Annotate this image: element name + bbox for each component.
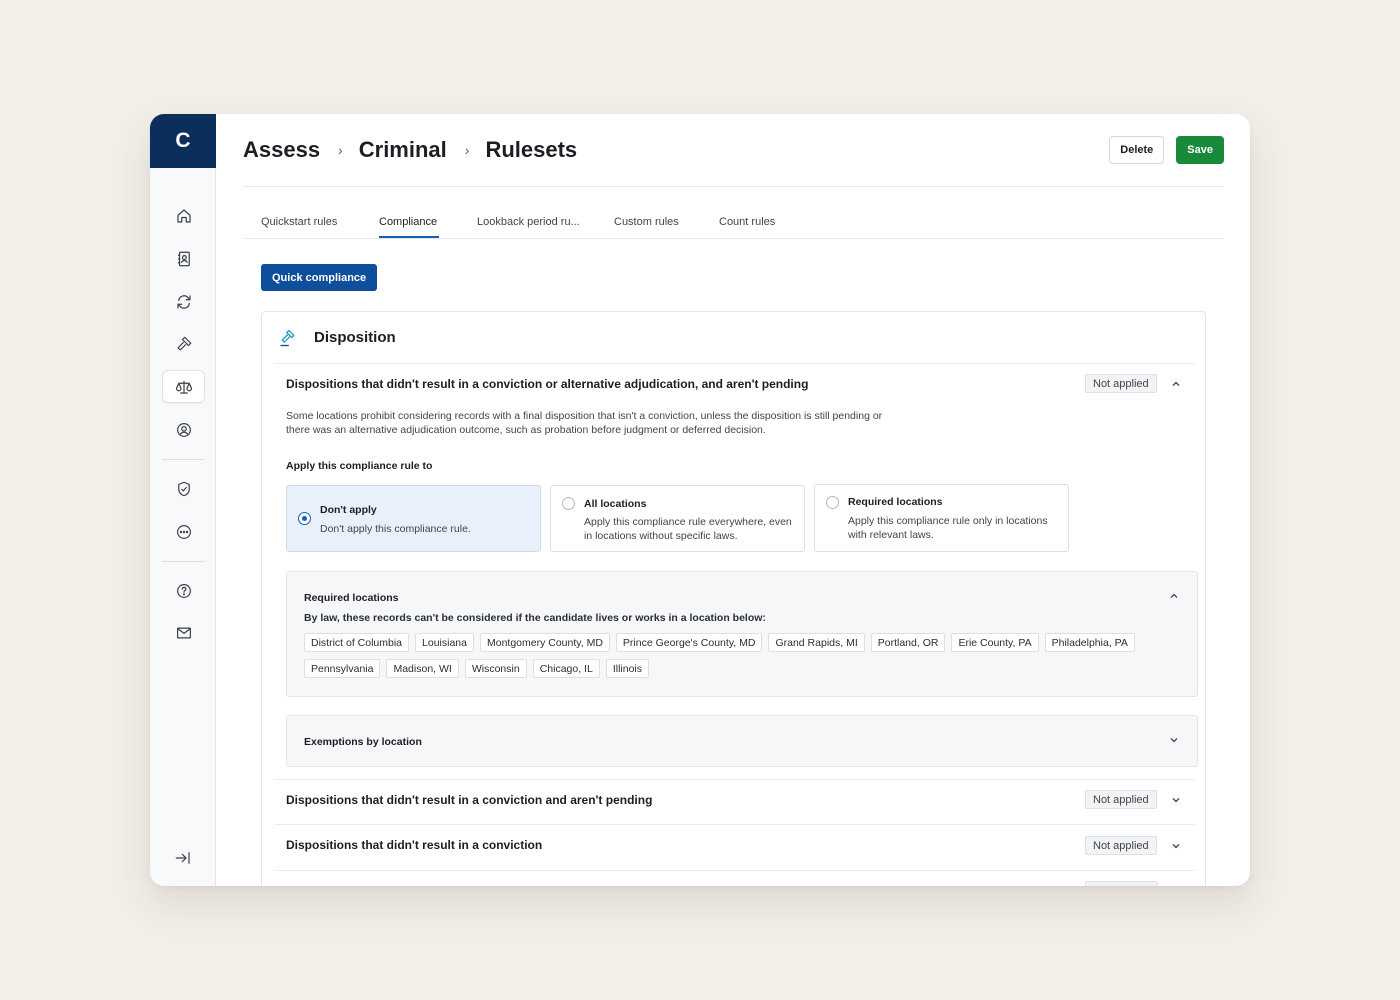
- option-desc: Apply this compliance rule only in locat…: [848, 515, 1048, 541]
- row-divider: [274, 824, 1195, 825]
- panel-title: Required locations: [304, 592, 399, 604]
- location-chip: Madison, WI: [386, 659, 459, 678]
- contacts-icon[interactable]: [162, 242, 205, 275]
- apply-rule-label: Apply this compliance rule to: [286, 460, 433, 472]
- app-window: C Assess › Criminal › Rulesets Delete Sa…: [150, 114, 1250, 886]
- location-chip: Illinois: [605, 659, 649, 678]
- chevron-down-icon[interactable]: [1170, 840, 1182, 852]
- location-chip: District of Columbia: [304, 633, 410, 652]
- radio-dont-apply[interactable]: [298, 512, 311, 525]
- sidebar: C: [150, 114, 216, 886]
- shield-check-icon[interactable]: [162, 472, 205, 505]
- tab-count-rules[interactable]: Count rules: [719, 216, 775, 228]
- radio-required-locations[interactable]: [826, 496, 839, 509]
- tab-compliance[interactable]: Compliance: [379, 216, 437, 228]
- page-header: Assess › Criminal › Rulesets Delete Save: [243, 114, 1224, 187]
- save-button[interactable]: Save: [1176, 136, 1224, 164]
- chevron-right-icon: ›: [464, 142, 470, 158]
- breadcrumb-criminal[interactable]: Criminal: [359, 137, 447, 163]
- option-desc: Apply this compliance rule everywhere, e…: [584, 516, 792, 542]
- gavel-icon: [280, 329, 295, 346]
- home-icon[interactable]: [162, 199, 205, 232]
- option-title: Don't apply: [320, 504, 377, 516]
- help-icon[interactable]: [162, 574, 205, 607]
- rule-title[interactable]: Dispositions that didn't result in a con…: [286, 793, 652, 807]
- quick-compliance-button[interactable]: Quick compliance: [261, 264, 378, 291]
- location-chip: Erie County, PA: [951, 633, 1039, 652]
- chevron-up-icon[interactable]: [1170, 378, 1182, 390]
- chevron-up-icon[interactable]: [1168, 590, 1180, 602]
- status-badge: Not applied: [1085, 836, 1157, 855]
- location-chip: Grand Rapids, MI: [768, 633, 865, 652]
- row-divider: [274, 779, 1195, 780]
- status-badge: Not applied: [1085, 790, 1157, 809]
- row-divider: [274, 870, 1195, 871]
- main-content: Assess › Criminal › Rulesets Delete Save…: [216, 114, 1250, 886]
- user-circle-icon[interactable]: [162, 413, 205, 446]
- chevron-down-icon[interactable]: [1170, 794, 1182, 806]
- breadcrumb-rulesets: Rulesets: [485, 137, 578, 162]
- active-tab-indicator: [379, 236, 439, 238]
- required-locations-panel: Required locations By law, these records…: [286, 571, 1198, 697]
- header-actions: Delete Save: [1109, 136, 1224, 164]
- breadcrumb-assess[interactable]: Assess: [243, 137, 320, 163]
- option-desc: Don't apply this compliance rule.: [320, 523, 471, 535]
- rule-title[interactable]: Dispositions that didn't result in a con…: [286, 838, 542, 852]
- location-chip: Philadelphia, PA: [1044, 633, 1135, 652]
- panel-title: Exemptions by location: [304, 736, 422, 748]
- radio-all-locations[interactable]: [562, 497, 575, 510]
- collapse-arrow-icon[interactable]: [174, 849, 192, 867]
- chevron-down-icon[interactable]: [1168, 734, 1180, 746]
- option-required-locations[interactable]: Required locations Apply this compliance…: [814, 484, 1069, 552]
- refresh-icon[interactable]: [162, 285, 205, 318]
- location-chips: District of Columbia Louisiana Montgomer…: [304, 633, 1184, 678]
- location-chip: Pennsylvania: [304, 659, 381, 678]
- location-chip: Montgomery County, MD: [479, 633, 610, 652]
- location-chip: Prince George's County, MD: [615, 633, 763, 652]
- location-chip: Portland, OR: [870, 633, 946, 652]
- tab-custom-rules[interactable]: Custom rules: [614, 216, 679, 228]
- disposition-card: Disposition Dispositions that didn't res…: [261, 311, 1206, 886]
- location-chip: Wisconsin: [464, 659, 527, 678]
- section-title: Disposition: [314, 329, 396, 346]
- app-logo[interactable]: C: [150, 114, 216, 168]
- tab-quickstart-rules[interactable]: Quickstart rules: [261, 216, 337, 228]
- location-chip: Chicago, IL: [532, 659, 600, 678]
- gavel-icon[interactable]: [162, 327, 205, 360]
- more-circle-icon[interactable]: [162, 515, 205, 548]
- scales-icon[interactable]: [162, 370, 205, 403]
- sidebar-divider: [162, 561, 205, 562]
- status-badge: Not applied: [1085, 374, 1157, 393]
- location-chip: Louisiana: [415, 633, 474, 652]
- option-title: Required locations: [848, 496, 943, 508]
- sidebar-divider: [162, 459, 205, 460]
- tab-bar: Quickstart rules Compliance Lookback per…: [243, 206, 1224, 239]
- option-dont-apply[interactable]: Don't apply Don't apply this compliance …: [286, 485, 541, 552]
- option-title: All locations: [584, 498, 647, 510]
- rule-title[interactable]: Dispositions that didn't result in a con…: [286, 377, 808, 391]
- panel-subtitle: By law, these records can't be considere…: [304, 612, 766, 624]
- option-all-locations[interactable]: All locations Apply this compliance rule…: [550, 485, 805, 552]
- delete-button[interactable]: Delete: [1109, 136, 1165, 164]
- status-badge-partial: [1085, 881, 1158, 886]
- exemptions-panel[interactable]: Exemptions by location: [286, 715, 1198, 767]
- tab-lookback-period-rules[interactable]: Lookback period ru...: [477, 216, 580, 228]
- mail-icon[interactable]: [162, 616, 205, 649]
- chevron-right-icon: ›: [338, 142, 343, 158]
- card-header: Disposition: [274, 312, 1195, 364]
- rule-description: Some locations prohibit considering reco…: [286, 410, 883, 436]
